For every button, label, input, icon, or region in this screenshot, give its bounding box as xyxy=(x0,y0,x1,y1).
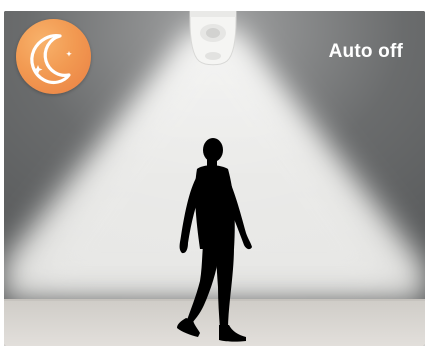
sensor-bulb xyxy=(189,11,237,66)
floor xyxy=(4,299,425,346)
night-mode-badge xyxy=(16,19,91,94)
motion-sensor-scene: Auto off xyxy=(4,11,425,346)
auto-off-label: Auto off xyxy=(328,41,403,62)
crescent-moon-icon xyxy=(30,34,72,85)
